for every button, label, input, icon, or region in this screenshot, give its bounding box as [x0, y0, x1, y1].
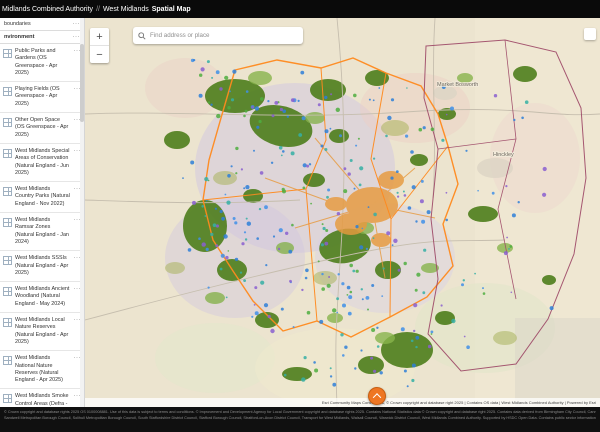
- layer-thumbnail-icon: [3, 187, 12, 196]
- layer-label: West Midlands Smoke Control Areas (Defra…: [15, 393, 71, 407]
- attribution-line-2: Sandwell Metropolitan Borough Council, S…: [4, 416, 596, 422]
- search-icon: [138, 32, 146, 40]
- layer-list-item[interactable]: West Midlands Local Nature Reserves (Nat…: [0, 313, 84, 351]
- layer-list-item[interactable]: West Midlands Country Parks (Natural Eng…: [0, 182, 84, 213]
- layer-list: Public Parks and Gardens (OS Greenspace …: [0, 44, 84, 407]
- layer-label: West Midlands Ancient Woodland (Natural …: [15, 286, 71, 308]
- layer-list-item[interactable]: West Midlands Ramsar Zones (Natural Engl…: [0, 213, 84, 251]
- layer-list-item[interactable]: West Midlands Special Areas of Conservat…: [0, 144, 84, 182]
- app-subtitle: West Midlands: [103, 6, 149, 13]
- zoom-widget: + −: [90, 28, 109, 63]
- sidebar-scrollbar[interactable]: [80, 18, 84, 407]
- search-bar: [133, 27, 303, 44]
- layer-thumbnail-icon: [3, 49, 12, 58]
- map-label-market-bosworth: Market Bosworth: [437, 82, 478, 88]
- layer-label: West Midlands Country Parks (Natural Eng…: [15, 186, 71, 208]
- org-title: Midlands Combined Authority: [2, 6, 93, 13]
- group-label-boundaries: boundaries: [4, 21, 31, 27]
- scrollbar-thumb[interactable]: [80, 44, 84, 122]
- layer-list-item[interactable]: West Midlands National Nature Reserves (…: [0, 351, 84, 389]
- layer-label: West Midlands Ramsar Zones (Natural Engl…: [15, 217, 71, 246]
- layer-label: West Midlands SSSIs (Natural England - A…: [15, 255, 71, 277]
- layer-list-item[interactable]: West Midlands Ancient Woodland (Natural …: [0, 282, 84, 313]
- layer-thumbnail-icon: [3, 256, 12, 265]
- layer-label: Other Open Space (OS Greenspace - Apr 20…: [15, 117, 71, 139]
- app-header: Midlands Combined Authority // West Midl…: [0, 0, 600, 18]
- layer-label: Playing Fields (OS Greenspace - Apr 2025…: [15, 86, 71, 108]
- layer-thumbnail-icon: [3, 356, 12, 365]
- scroll-up-fab[interactable]: [368, 387, 386, 405]
- app-title: Spatial Map: [152, 6, 191, 13]
- sidebar-group-environment[interactable]: nvironment ···: [0, 31, 84, 44]
- layer-label: West Midlands Local Nature Reserves (Nat…: [15, 317, 71, 346]
- layer-list-item[interactable]: Public Parks and Gardens (OS Greenspace …: [0, 44, 84, 82]
- title-separator: //: [96, 6, 100, 13]
- spatial-map-app: Midlands Combined Authority // West Midl…: [0, 0, 600, 432]
- search-input[interactable]: [150, 32, 298, 39]
- layer-thumbnail-icon: [3, 287, 12, 296]
- layer-label: West Midlands Special Areas of Conservat…: [15, 148, 71, 177]
- layer-list-item[interactable]: Playing Fields (OS Greenspace - Apr 2025…: [0, 82, 84, 113]
- layer-thumbnail-icon: [3, 87, 12, 96]
- layer-list-item[interactable]: West Midlands SSSIs (Natural England - A…: [0, 251, 84, 282]
- map-canvas[interactable]: Market Bosworth Hinckley: [85, 18, 600, 407]
- map-attribution: Esri Community Maps Contributors, © Crow…: [85, 398, 600, 407]
- layer-thumbnail-icon: [3, 394, 12, 403]
- kebab-menu-icon[interactable]: ···: [73, 21, 81, 27]
- kebab-menu-icon[interactable]: ···: [73, 34, 81, 40]
- map-widget-button[interactable]: [584, 28, 596, 40]
- layer-thumbnail-icon: [3, 149, 12, 158]
- zoom-in-button[interactable]: +: [90, 28, 109, 45]
- attribution-line-1: © Crown copyright and database rights 20…: [4, 410, 596, 416]
- attribution-footer: © Crown copyright and database rights 20…: [0, 407, 600, 432]
- map-label-hinckley: Hinckley: [493, 152, 514, 158]
- layer-thumbnail-icon: [3, 318, 12, 327]
- zoom-out-button[interactable]: −: [90, 46, 109, 63]
- chevron-up-icon: [373, 393, 381, 401]
- sidebar-group-boundaries[interactable]: boundaries ···: [0, 18, 84, 31]
- layer-list-item[interactable]: Other Open Space (OS Greenspace - Apr 20…: [0, 113, 84, 144]
- layer-label: West Midlands National Nature Reserves (…: [15, 355, 71, 384]
- layer-list-sidebar: boundaries ··· nvironment ··· Public Par…: [0, 18, 85, 407]
- layer-label: Public Parks and Gardens (OS Greenspace …: [15, 48, 71, 77]
- layer-list-item[interactable]: West Midlands Smoke Control Areas (Defra…: [0, 389, 84, 407]
- layer-thumbnail-icon: [3, 118, 12, 127]
- map-area[interactable]: Market Bosworth Hinckley + −: [85, 18, 600, 407]
- layer-thumbnail-icon: [3, 218, 12, 227]
- group-label-environment: nvironment: [4, 34, 34, 40]
